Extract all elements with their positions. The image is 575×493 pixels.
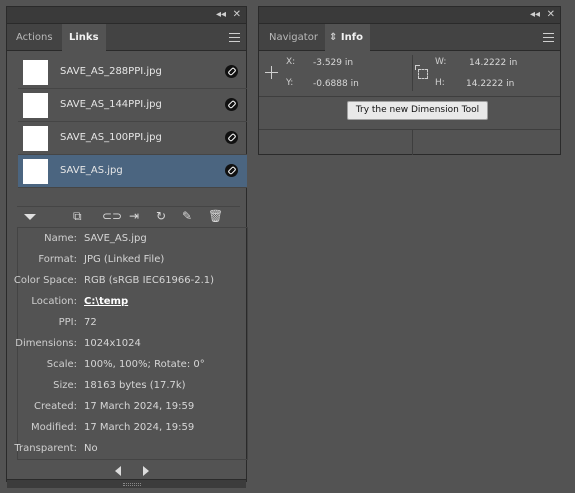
- x-value: -3.529 in: [313, 58, 354, 68]
- info-key: Transparent:: [14, 443, 77, 454]
- y-value: -0.6888 in: [313, 79, 359, 89]
- tab-arrows-icon: ⇕: [329, 32, 341, 43]
- info-row: Modified: 17 March 2024, 19:59: [18, 417, 247, 438]
- tab-links[interactable]: Links: [62, 24, 106, 51]
- info-key: Scale:: [46, 359, 77, 370]
- link-filename: SAVE_AS.jpg: [60, 165, 123, 176]
- info-row: Dimensions: 1024x1024: [15, 333, 247, 354]
- info-row: Size: 18163 bytes (17.7k): [18, 375, 247, 396]
- links-dock-bar: ◂◂ ✕: [7, 7, 246, 24]
- link-thumbnail: [23, 126, 48, 151]
- link-thumbnail: [23, 93, 48, 118]
- info-value: 17 March 2024, 19:59: [84, 422, 195, 433]
- link-row[interactable]: SAVE_AS_288PPI.jpg: [18, 56, 247, 89]
- crosshair-icon: [265, 66, 278, 79]
- location-link[interactable]: C:\temp: [84, 296, 128, 307]
- info-row: Scale: 100%, 100%; Rotate: 0°: [18, 354, 247, 375]
- info-key: Dimensions:: [15, 338, 77, 349]
- info-value: 17 March 2024, 19:59: [84, 401, 195, 412]
- w-label: W:: [435, 57, 447, 67]
- relink-icon[interactable]: ⊂⊃: [102, 209, 122, 223]
- tab-actions[interactable]: Actions: [9, 24, 60, 51]
- links-panel: ◂◂ ✕ Actions Links SAVE_AS_288PPI.jpg SAV…: [6, 6, 248, 488]
- next-arrow-icon[interactable]: [143, 466, 149, 476]
- link-thumbnail: [23, 60, 48, 85]
- collapse-panels-icon[interactable]: ◂◂: [216, 9, 226, 21]
- info-row: Created: 17 March 2024, 19:59: [18, 396, 247, 417]
- try-dimension-tool-button[interactable]: Try the new Dimension Tool: [347, 101, 488, 120]
- column-divider: [412, 130, 413, 155]
- info-key: Size:: [53, 380, 77, 391]
- h-label: H:: [435, 78, 445, 88]
- info-value: SAVE_AS.jpg: [84, 233, 147, 244]
- info-value: 72: [84, 317, 97, 328]
- link-info-table: Name: SAVE_AS.jpg Format: JPG (Linked File)…: [14, 227, 248, 460]
- info-dock-bar: ◂◂ ✕: [259, 7, 560, 24]
- tab-navigator[interactable]: Navigator: [262, 24, 325, 51]
- info-key: Color Space:: [13, 275, 77, 286]
- info-key: Modified:: [30, 422, 77, 433]
- trash-icon[interactable]: 🗑: [208, 209, 223, 223]
- linked-status-icon: [225, 164, 238, 177]
- linked-status-icon: [225, 131, 238, 144]
- link-filename: SAVE_AS_100PPI.jpg: [60, 132, 162, 143]
- link-filename: SAVE_AS_288PPI.jpg: [60, 66, 162, 77]
- show-info-toggle-icon[interactable]: [24, 214, 36, 220]
- info-value: JPG (Linked File): [84, 254, 165, 265]
- column-divider: [412, 55, 413, 91]
- edit-original-icon[interactable]: ✎: [182, 209, 192, 223]
- collapse-panels-icon[interactable]: ◂◂: [530, 9, 540, 21]
- section-divider: [259, 129, 560, 130]
- info-key: Created:: [34, 401, 77, 412]
- info-row: Format: JPG (Linked File): [18, 249, 247, 270]
- info-value: No: [84, 443, 98, 454]
- info-key: Format:: [38, 254, 77, 265]
- close-panel-icon[interactable]: ✕: [547, 9, 555, 21]
- links-toolbar: ⧉ ⊂⊃ ⇥ ↻ ✎ 🗑: [17, 206, 240, 226]
- link-row[interactable]: SAVE_AS.jpg: [18, 155, 247, 188]
- linked-status-icon: [225, 65, 238, 78]
- linked-status-icon: [225, 98, 238, 111]
- info-value: 18163 bytes (17.7k): [84, 380, 186, 391]
- go-to-link-icon[interactable]: ⇥: [129, 209, 139, 223]
- link-row[interactable]: SAVE_AS_144PPI.jpg: [18, 89, 247, 122]
- previous-arrow-icon[interactable]: [115, 466, 121, 476]
- info-key: Location:: [31, 296, 77, 307]
- panel-menu-icon[interactable]: [543, 33, 554, 42]
- h-value: 14.2222 in: [466, 79, 515, 89]
- info-panel: ◂◂ ✕ Navigator ⇕ Info X: -3.529 in Y: -0…: [258, 6, 561, 155]
- close-panel-icon[interactable]: ✕: [233, 9, 241, 21]
- info-key: PPI:: [58, 317, 77, 328]
- info-tab-row: Navigator ⇕ Info: [259, 24, 560, 51]
- link-thumbnail: [23, 159, 48, 184]
- link-row[interactable]: SAVE_AS_100PPI.jpg: [18, 122, 247, 155]
- relink-from-cc-icon[interactable]: ⧉: [73, 209, 82, 223]
- resize-grip[interactable]: [7, 479, 246, 488]
- update-link-icon[interactable]: ↻: [156, 209, 166, 223]
- info-row: Color Space: RGB (sRGB IEC61966-2.1): [14, 270, 247, 291]
- info-row: PPI: 72: [18, 312, 247, 333]
- info-row: Transparent: No: [14, 438, 247, 459]
- info-value: 100%, 100%; Rotate: 0°: [84, 359, 205, 370]
- info-pager: [7, 463, 246, 479]
- panel-menu-icon[interactable]: [229, 33, 240, 42]
- dimension-icon: [415, 65, 429, 79]
- tab-info[interactable]: ⇕ Info: [325, 24, 370, 51]
- info-row: Location: C:\temp: [18, 291, 247, 312]
- info-value: RGB (sRGB IEC61966-2.1): [84, 275, 215, 286]
- tab-info-label: Info: [340, 32, 363, 43]
- info-value: 1024x1024: [84, 338, 141, 349]
- info-row: Name: SAVE_AS.jpg: [18, 228, 247, 249]
- y-label: Y:: [286, 78, 294, 88]
- info-key: Name:: [44, 233, 77, 244]
- link-filename: SAVE_AS_144PPI.jpg: [60, 99, 162, 110]
- w-value: 14.2222 in: [469, 58, 518, 68]
- x-label: X:: [286, 57, 296, 67]
- links-tab-row: Actions Links: [7, 24, 246, 51]
- section-divider: [259, 96, 560, 97]
